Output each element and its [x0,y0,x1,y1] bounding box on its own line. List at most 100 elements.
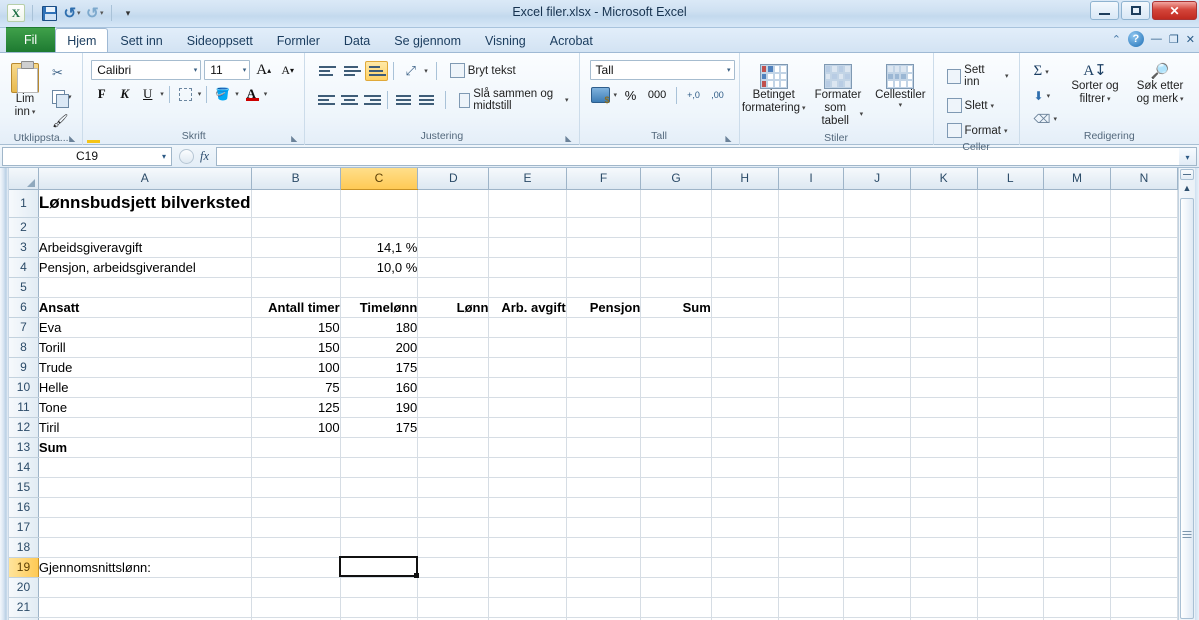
cell-K16[interactable] [910,497,978,518]
cell-G8[interactable] [640,337,712,358]
row-header-10[interactable]: 10 [9,377,39,398]
align-middle-button[interactable] [340,61,363,81]
row-header-13[interactable]: 13 [9,437,39,458]
row-header-18[interactable]: 18 [9,537,39,558]
cell-D17[interactable] [417,517,490,538]
cell-J16[interactable] [843,497,911,518]
cell-H4[interactable] [711,257,779,278]
cell-C6[interactable]: Timelønn [340,297,419,318]
cell-N11[interactable] [1110,397,1178,418]
cell-H19[interactable] [711,557,779,578]
cell-A16[interactable] [38,497,252,518]
cell-J10[interactable] [843,377,911,398]
cell-B3[interactable] [251,237,341,258]
cell-F2[interactable] [566,217,642,238]
fill-caret[interactable]: ▾ [1047,92,1051,100]
cell-F1[interactable] [566,189,642,218]
cell-J5[interactable] [843,277,911,298]
row-header-3[interactable]: 3 [9,237,39,258]
cell-N18[interactable] [1110,537,1178,558]
cell-C5[interactable] [340,277,419,298]
row-header-8[interactable]: 8 [9,337,39,358]
cell-H18[interactable] [711,537,779,558]
cell-C13[interactable] [340,437,419,458]
cell-E5[interactable] [488,277,567,298]
cell-H8[interactable] [711,337,779,358]
cell-A4[interactable]: Pensjon, arbeidsgiverandel [38,257,252,278]
cell-J19[interactable] [843,557,911,578]
decrease-indent-button[interactable] [393,90,414,110]
cell-N3[interactable] [1110,237,1178,258]
borders-dropdown-caret[interactable]: ▾ [198,90,202,98]
cell-H5[interactable] [711,277,779,298]
cell-H6[interactable] [711,297,779,318]
expand-formula-bar-button[interactable]: ▾ [1179,146,1197,166]
cell-B10[interactable]: 75 [251,377,341,398]
cell-I8[interactable] [778,337,845,358]
cell-K20[interactable] [910,577,978,598]
cell-M20[interactable] [1043,577,1112,598]
cell-L21[interactable] [977,597,1044,618]
cell-F13[interactable] [566,437,642,458]
cell-I18[interactable] [778,537,845,558]
column-header-C[interactable]: C [340,168,419,190]
cell-E18[interactable] [488,537,567,558]
insert-cells-button[interactable]: Sett inn ▾ [943,61,1013,91]
cell-C21[interactable] [340,597,419,618]
cell-G3[interactable] [640,237,712,258]
cell-I21[interactable] [778,597,845,618]
accounting-format-button[interactable] [590,85,611,105]
cell-E16[interactable] [488,497,567,518]
column-header-L[interactable]: L [977,168,1044,190]
split-handle[interactable] [1180,169,1194,180]
cell-I17[interactable] [778,517,845,538]
sort-filter-button[interactable]: A↧ Sorter og filtrer ▾ [1064,60,1126,110]
cell-E9[interactable] [488,357,567,378]
cell-N16[interactable] [1110,497,1178,518]
align-center-button[interactable] [338,90,359,110]
cell-J18[interactable] [843,537,911,558]
cell-I19[interactable] [778,557,845,578]
cell-J8[interactable] [843,337,911,358]
column-header-I[interactable]: I [778,168,845,190]
column-header-G[interactable]: G [640,168,712,190]
cell-H2[interactable] [711,217,779,238]
minimize-button[interactable] [1090,1,1119,20]
cell-C14[interactable] [340,457,419,478]
cell-L14[interactable] [977,457,1044,478]
cell-K2[interactable] [910,217,978,238]
cell-D18[interactable] [417,537,490,558]
cell-N12[interactable] [1110,417,1178,438]
cell-N1[interactable] [1110,189,1178,218]
cell-D11[interactable] [417,397,490,418]
cell-E19[interactable] [488,557,567,578]
row-header-12[interactable]: 12 [9,417,39,438]
tab-data[interactable]: Data [332,29,382,52]
delete-cells-button[interactable]: Slett ▾ [943,95,999,116]
cell-I9[interactable] [778,357,845,378]
cell-K9[interactable] [910,357,978,378]
column-header-E[interactable]: E [488,168,567,190]
row-header-11[interactable]: 11 [9,397,39,418]
cell-G5[interactable] [640,277,712,298]
name-box[interactable]: C19 ▾ [2,146,172,166]
grow-font-button[interactable]: A ▴ [253,60,274,80]
underline-button[interactable]: U [137,84,158,104]
cell-B2[interactable] [251,217,341,238]
vertical-scrollbar[interactable]: ▲ [1178,168,1195,620]
cell-A19[interactable]: Gjennomsnittslønn: [38,557,252,578]
cell-E7[interactable] [488,317,567,338]
cell-M10[interactable] [1043,377,1112,398]
cell-B15[interactable] [251,477,341,498]
cell-C15[interactable] [340,477,419,498]
cell-B14[interactable] [251,457,341,478]
cell-A13[interactable]: Sum [38,437,252,458]
tab-se-gjennom[interactable]: Se gjennom [382,29,473,52]
underline-dropdown-caret[interactable]: ▾ [160,90,164,98]
cell-C2[interactable] [340,217,419,238]
italic-button[interactable]: K [114,84,135,104]
comma-format-button[interactable]: 000 [644,85,670,105]
cell-M19[interactable] [1043,557,1112,578]
cell-E11[interactable] [488,397,567,418]
formula-expand-icon[interactable] [179,148,194,164]
